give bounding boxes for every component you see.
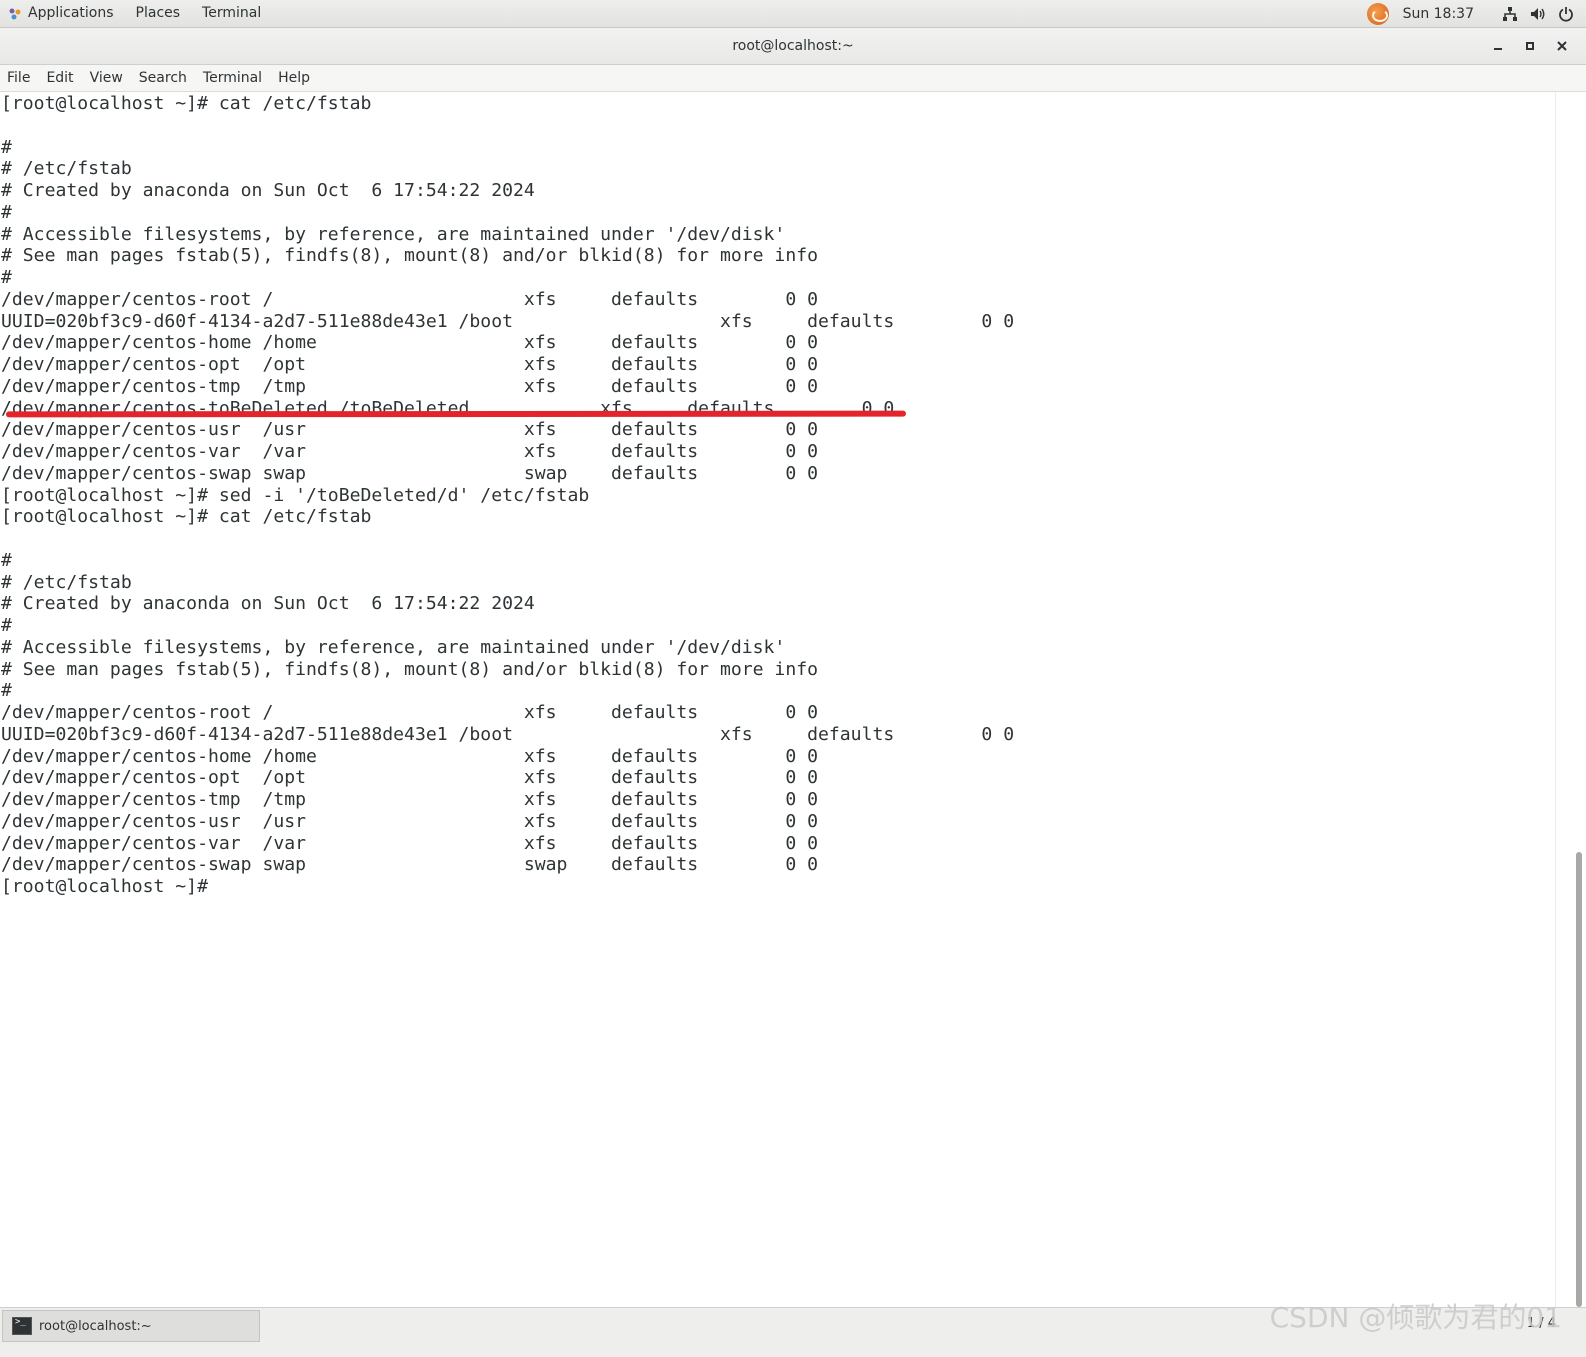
menu-search[interactable]: Search xyxy=(131,65,195,91)
terminal-line: /dev/mapper/centos-swap swap swap defaul… xyxy=(1,462,819,484)
maximize-button[interactable] xyxy=(1514,32,1546,60)
terminal-line: /dev/mapper/centos-opt /opt xfs defaults… xyxy=(1,767,819,789)
watermark: CSDN @倾歌为君的01 xyxy=(1269,1301,1562,1334)
terminal-line: # Created by anaconda on Sun Oct 6 17:54… xyxy=(1,593,535,615)
user-avatar-icon[interactable] xyxy=(1366,2,1389,25)
network-icon[interactable] xyxy=(1502,6,1518,22)
terminal-line: /dev/mapper/centos-root / xfs defaults 0… xyxy=(1,702,819,723)
terminal-line: /dev/mapper/centos-home /home xfs defaul… xyxy=(1,745,819,767)
terminal-line: UUID=020bf3c9-d60f-4134-a2d7-511e88de43e… xyxy=(1,723,1015,745)
applications-menu[interactable]: Applications xyxy=(26,0,125,27)
power-icon[interactable] xyxy=(1558,6,1574,22)
terminal-line: /dev/mapper/centos-opt /opt xfs defaults… xyxy=(1,354,819,375)
terminal-line: /dev/mapper/centos-swap swap swap defaul… xyxy=(1,854,819,876)
terminal-line: # xyxy=(1,201,12,223)
terminal-menubar: File Edit View Search Terminal Help xyxy=(0,65,1586,92)
terminal-line: [root@localhost ~]# xyxy=(1,876,208,897)
terminal-line: # /etc/fstab xyxy=(1,158,132,180)
terminal-line: [root@localhost ~]# cat /etc/fstab xyxy=(1,93,372,114)
terminal-line: # xyxy=(1,549,12,571)
scrollbar-thumb[interactable] xyxy=(1576,852,1582,1307)
menu-terminal[interactable]: Terminal xyxy=(195,65,270,91)
terminal-line: # Accessible filesystems, by reference, … xyxy=(1,223,786,245)
bottom-taskbar: root@localhost:~ 1 / 4 CSDN @倾歌为君的01 xyxy=(0,1301,1586,1357)
terminal-line: # Created by anaconda on Sun Oct 6 17:54… xyxy=(1,180,535,201)
terminal-line: # See man pages fstab(5), findfs(8), mou… xyxy=(1,658,819,680)
panel-menu: Applications Places Terminal xyxy=(0,0,272,27)
close-icon xyxy=(1557,41,1567,51)
menu-help[interactable]: Help xyxy=(270,65,318,91)
terminal-view[interactable]: [root@localhost ~]# cat /etc/fstab # # /et… xyxy=(0,92,1556,1307)
maximize-icon xyxy=(1526,42,1534,50)
terminal-line: [root@localhost ~]# sed -i '/toBeDeleted… xyxy=(1,484,590,506)
terminal-line: # xyxy=(1,136,12,158)
window-title: root@localhost:~ xyxy=(732,38,854,54)
terminal-line: # xyxy=(1,267,12,288)
close-button[interactable] xyxy=(1546,32,1578,60)
terminal-line: [root@localhost ~]# cat /etc/fstab xyxy=(1,506,372,528)
applications-icon xyxy=(8,7,22,21)
menu-file[interactable]: File xyxy=(0,65,38,91)
menu-view[interactable]: View xyxy=(82,65,131,91)
terminal-line: /dev/mapper/centos-usr /usr xfs defaults… xyxy=(1,810,819,832)
taskbar-window-label: root@localhost:~ xyxy=(39,1318,152,1334)
red-annotation-underline xyxy=(5,410,907,418)
terminal-line: /dev/mapper/centos-var /var xfs defaults… xyxy=(1,441,819,462)
terminal-line: UUID=020bf3c9-d60f-4134-a2d7-511e88de43e… xyxy=(1,310,1015,332)
terminal-app-menu[interactable]: Terminal xyxy=(191,0,272,27)
terminal-line: # Accessible filesystems, by reference, … xyxy=(1,636,786,658)
terminal-line: /dev/mapper/centos-root / xfs defaults 0… xyxy=(1,288,819,310)
terminal-line: # /etc/fstab xyxy=(1,571,132,593)
window-titlebar[interactable]: root@localhost:~ xyxy=(0,28,1586,65)
terminal-icon xyxy=(12,1317,32,1335)
terminal-line: /dev/mapper/centos-home /home xfs defaul… xyxy=(1,332,819,354)
places-menu[interactable]: Places xyxy=(125,0,192,27)
clock[interactable]: Sun 18:37 xyxy=(1403,6,1474,22)
terminal-scrollbar[interactable] xyxy=(1555,92,1586,1307)
minimize-icon xyxy=(1494,48,1502,50)
terminal-line: # xyxy=(1,680,12,702)
top-panel: Applications Places Terminal Sun 18:37 xyxy=(0,0,1586,28)
terminal-line: # xyxy=(1,615,12,636)
terminal-line: # See man pages fstab(5), findfs(8), mou… xyxy=(1,245,819,267)
taskbar-window-button[interactable]: root@localhost:~ xyxy=(2,1310,260,1342)
volume-icon[interactable] xyxy=(1530,6,1546,22)
minimize-button[interactable] xyxy=(1482,32,1514,60)
menu-edit[interactable]: Edit xyxy=(38,65,81,91)
terminal-line: /dev/mapper/centos-var /var xfs defaults… xyxy=(1,832,819,854)
terminal-line: /dev/mapper/centos-usr /usr xfs defaults… xyxy=(1,419,819,441)
terminal-output: [root@localhost ~]# cat /etc/fstab # # /et… xyxy=(0,92,1556,898)
system-tray: Sun 18:37 xyxy=(1366,0,1580,27)
terminal-line: /dev/mapper/centos-tmp /tmp xfs defaults… xyxy=(1,375,819,397)
window-controls xyxy=(1482,28,1578,64)
terminal-line: /dev/mapper/centos-tmp /tmp xfs defaults… xyxy=(1,789,819,810)
